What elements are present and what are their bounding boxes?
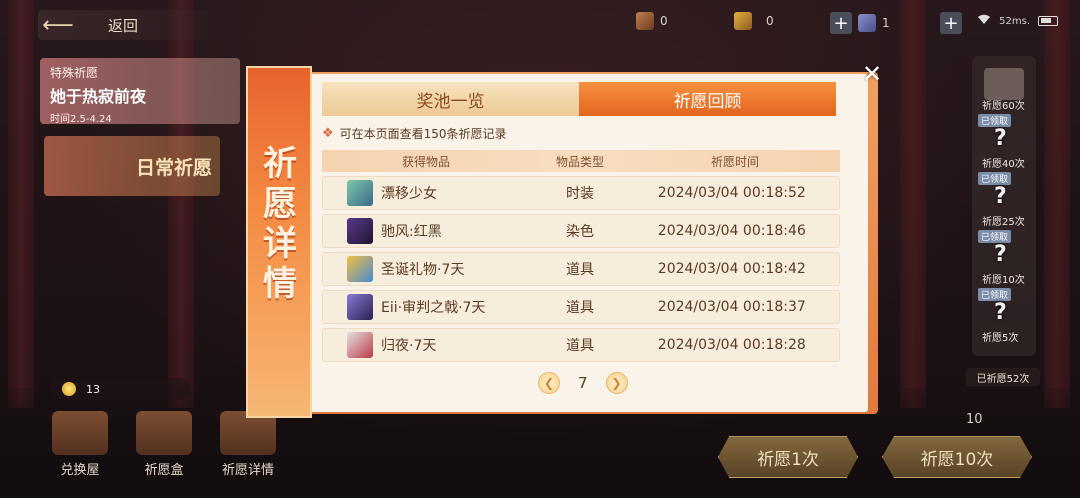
item-name: 驰风:红黑 <box>381 224 442 240</box>
wish-time: 2024/03/04 00:18:37 <box>657 299 806 315</box>
item-type: 道具 <box>565 300 594 316</box>
tab-wish-history[interactable]: 祈愿回顾 <box>579 82 836 116</box>
item-type: 道具 <box>565 262 594 278</box>
item-name: 漂移少女 <box>381 186 437 202</box>
item-avatar-icon <box>347 256 373 282</box>
wish-time: 2024/03/04 00:18:42 <box>657 261 806 277</box>
wish-box-icon <box>136 411 192 455</box>
currency-wand: 0 <box>636 12 668 30</box>
item-avatar-icon <box>347 218 373 244</box>
side-title: 祈 愿 详 情 <box>263 144 297 304</box>
page-number: 7 <box>578 374 588 392</box>
item-type: 道具 <box>565 338 594 354</box>
daily-banner-title: 日常祈愿 <box>135 156 212 179</box>
back-button[interactable]: ⟵ 返回 <box>38 10 208 40</box>
banner-tag: 特殊祈愿 <box>50 66 99 80</box>
pray-once-button[interactable]: 祈愿1次 <box>718 436 858 478</box>
reward-40[interactable]: 已领取 ? 祈愿40次 <box>978 114 1030 170</box>
ping-text: 52ms. <box>999 15 1030 27</box>
top-bar: ⟵ 返回 0 0 + 1 + 52ms. <box>0 0 1080 46</box>
special-wish-banner[interactable]: 特殊祈愿 她于热寂前夜 时间2.5-4.24 <box>40 58 240 125</box>
reward-60[interactable]: 祈愿60次 <box>978 64 1030 112</box>
item-type: 时装 <box>565 186 594 202</box>
wifi-icon <box>977 14 991 28</box>
pagination: ❮ 7 ❯ <box>538 372 628 394</box>
question-icon: ? <box>994 126 1007 151</box>
col-time: 祈愿时间 <box>710 154 759 169</box>
diamond-icon: ❖ <box>322 126 334 141</box>
history-table: 漂移少女 时装 2024/03/04 00:18:52 驰风:红黑 染色 202… <box>322 176 840 366</box>
gem-counter: 13 <box>50 378 190 400</box>
banner-time: 时间2.5-4.24 <box>50 114 112 125</box>
wish-time: 2024/03/04 00:18:28 <box>657 337 806 353</box>
wand-gold-icon <box>734 12 752 30</box>
table-row: 漂移少女 时装 2024/03/04 00:18:52 <box>322 176 840 210</box>
pray10-cost: 10 <box>966 412 983 427</box>
wish-time: 2024/03/04 00:18:52 <box>657 185 806 201</box>
table-row: 圣诞礼物·7天 道具 2024/03/04 00:18:42 <box>322 252 840 286</box>
next-page-button[interactable]: ❯ <box>605 372 628 394</box>
history-notice: ❖ 可在本页面查看150条祈愿记录 <box>322 126 507 141</box>
wish-time: 2024/03/04 00:18:46 <box>657 223 806 239</box>
table-header: 获得物品 物品类型 祈愿时间 <box>322 150 840 172</box>
daily-wish-banner[interactable]: 日常祈愿 <box>44 136 220 196</box>
currency-cube: + 1 <box>830 12 890 34</box>
item-type: 染色 <box>565 224 594 240</box>
item-avatar-icon <box>347 332 373 358</box>
exchange-house-icon <box>52 411 108 455</box>
nav-wish-details[interactable]: 祈愿详情 <box>208 411 288 478</box>
add-gold-wrap: + <box>940 12 962 34</box>
wand-icon <box>636 12 654 30</box>
item-avatar-icon <box>347 294 373 320</box>
item-name: Eii·审判之戟·7天 <box>381 300 486 316</box>
tab-prize-pool[interactable]: 奖池一览 <box>322 82 579 116</box>
col-type: 物品类型 <box>555 154 604 169</box>
question-icon: ? <box>994 242 1007 267</box>
status-bar: 52ms. <box>977 14 1058 28</box>
item-name: 圣诞礼物·7天 <box>381 262 465 278</box>
milestone-rewards: 祈愿60次 已领取 ? 祈愿40次 已领取 ? 祈愿25次 已领取 ? 祈愿10… <box>972 56 1036 356</box>
banner-title: 她于热寂前夜 <box>50 87 147 106</box>
cube-icon <box>858 14 876 32</box>
nav-exchange-house[interactable]: 兑换屋 <box>40 411 120 478</box>
total-wish-count: 已祈愿52次 <box>966 368 1040 386</box>
table-row: 驰风:红黑 染色 2024/03/04 00:18:46 <box>322 214 840 248</box>
question-icon: ? <box>994 300 1007 325</box>
back-arrow-icon: ⟵ <box>42 12 74 38</box>
reward-5[interactable]: 已领取 ? 祈愿5次 <box>978 288 1030 344</box>
col-item: 获得物品 <box>401 154 450 169</box>
add-currency-button[interactable]: + <box>830 12 852 34</box>
table-row: Eii·审判之戟·7天 道具 2024/03/04 00:18:37 <box>322 290 840 324</box>
gem-icon <box>62 382 76 396</box>
back-label: 返回 <box>108 16 139 35</box>
item-avatar-icon <box>347 180 373 206</box>
reward-avatar <box>984 68 1024 100</box>
modal-tabs: 奖池一览 祈愿回顾 <box>322 82 836 116</box>
question-icon: ? <box>994 184 1007 209</box>
close-icon[interactable]: ✕ <box>858 60 886 88</box>
modal-side-banner: 祈 愿 详 情 <box>246 66 312 418</box>
reward-10[interactable]: 已领取 ? 祈愿10次 <box>978 230 1030 286</box>
item-name: 归夜·7天 <box>381 338 437 354</box>
nav-wish-box[interactable]: 祈愿盒 <box>124 411 204 478</box>
battery-icon <box>1038 16 1058 26</box>
add-gold-button[interactable]: + <box>940 12 962 34</box>
currency-wand-gold: 0 <box>734 12 774 30</box>
table-row: 归夜·7天 道具 2024/03/04 00:18:28 <box>322 328 840 362</box>
pray-ten-button[interactable]: 祈愿10次 <box>882 436 1032 478</box>
prev-page-button[interactable]: ❮ <box>538 372 560 394</box>
reward-25[interactable]: 已领取 ? 祈愿25次 <box>978 172 1030 228</box>
